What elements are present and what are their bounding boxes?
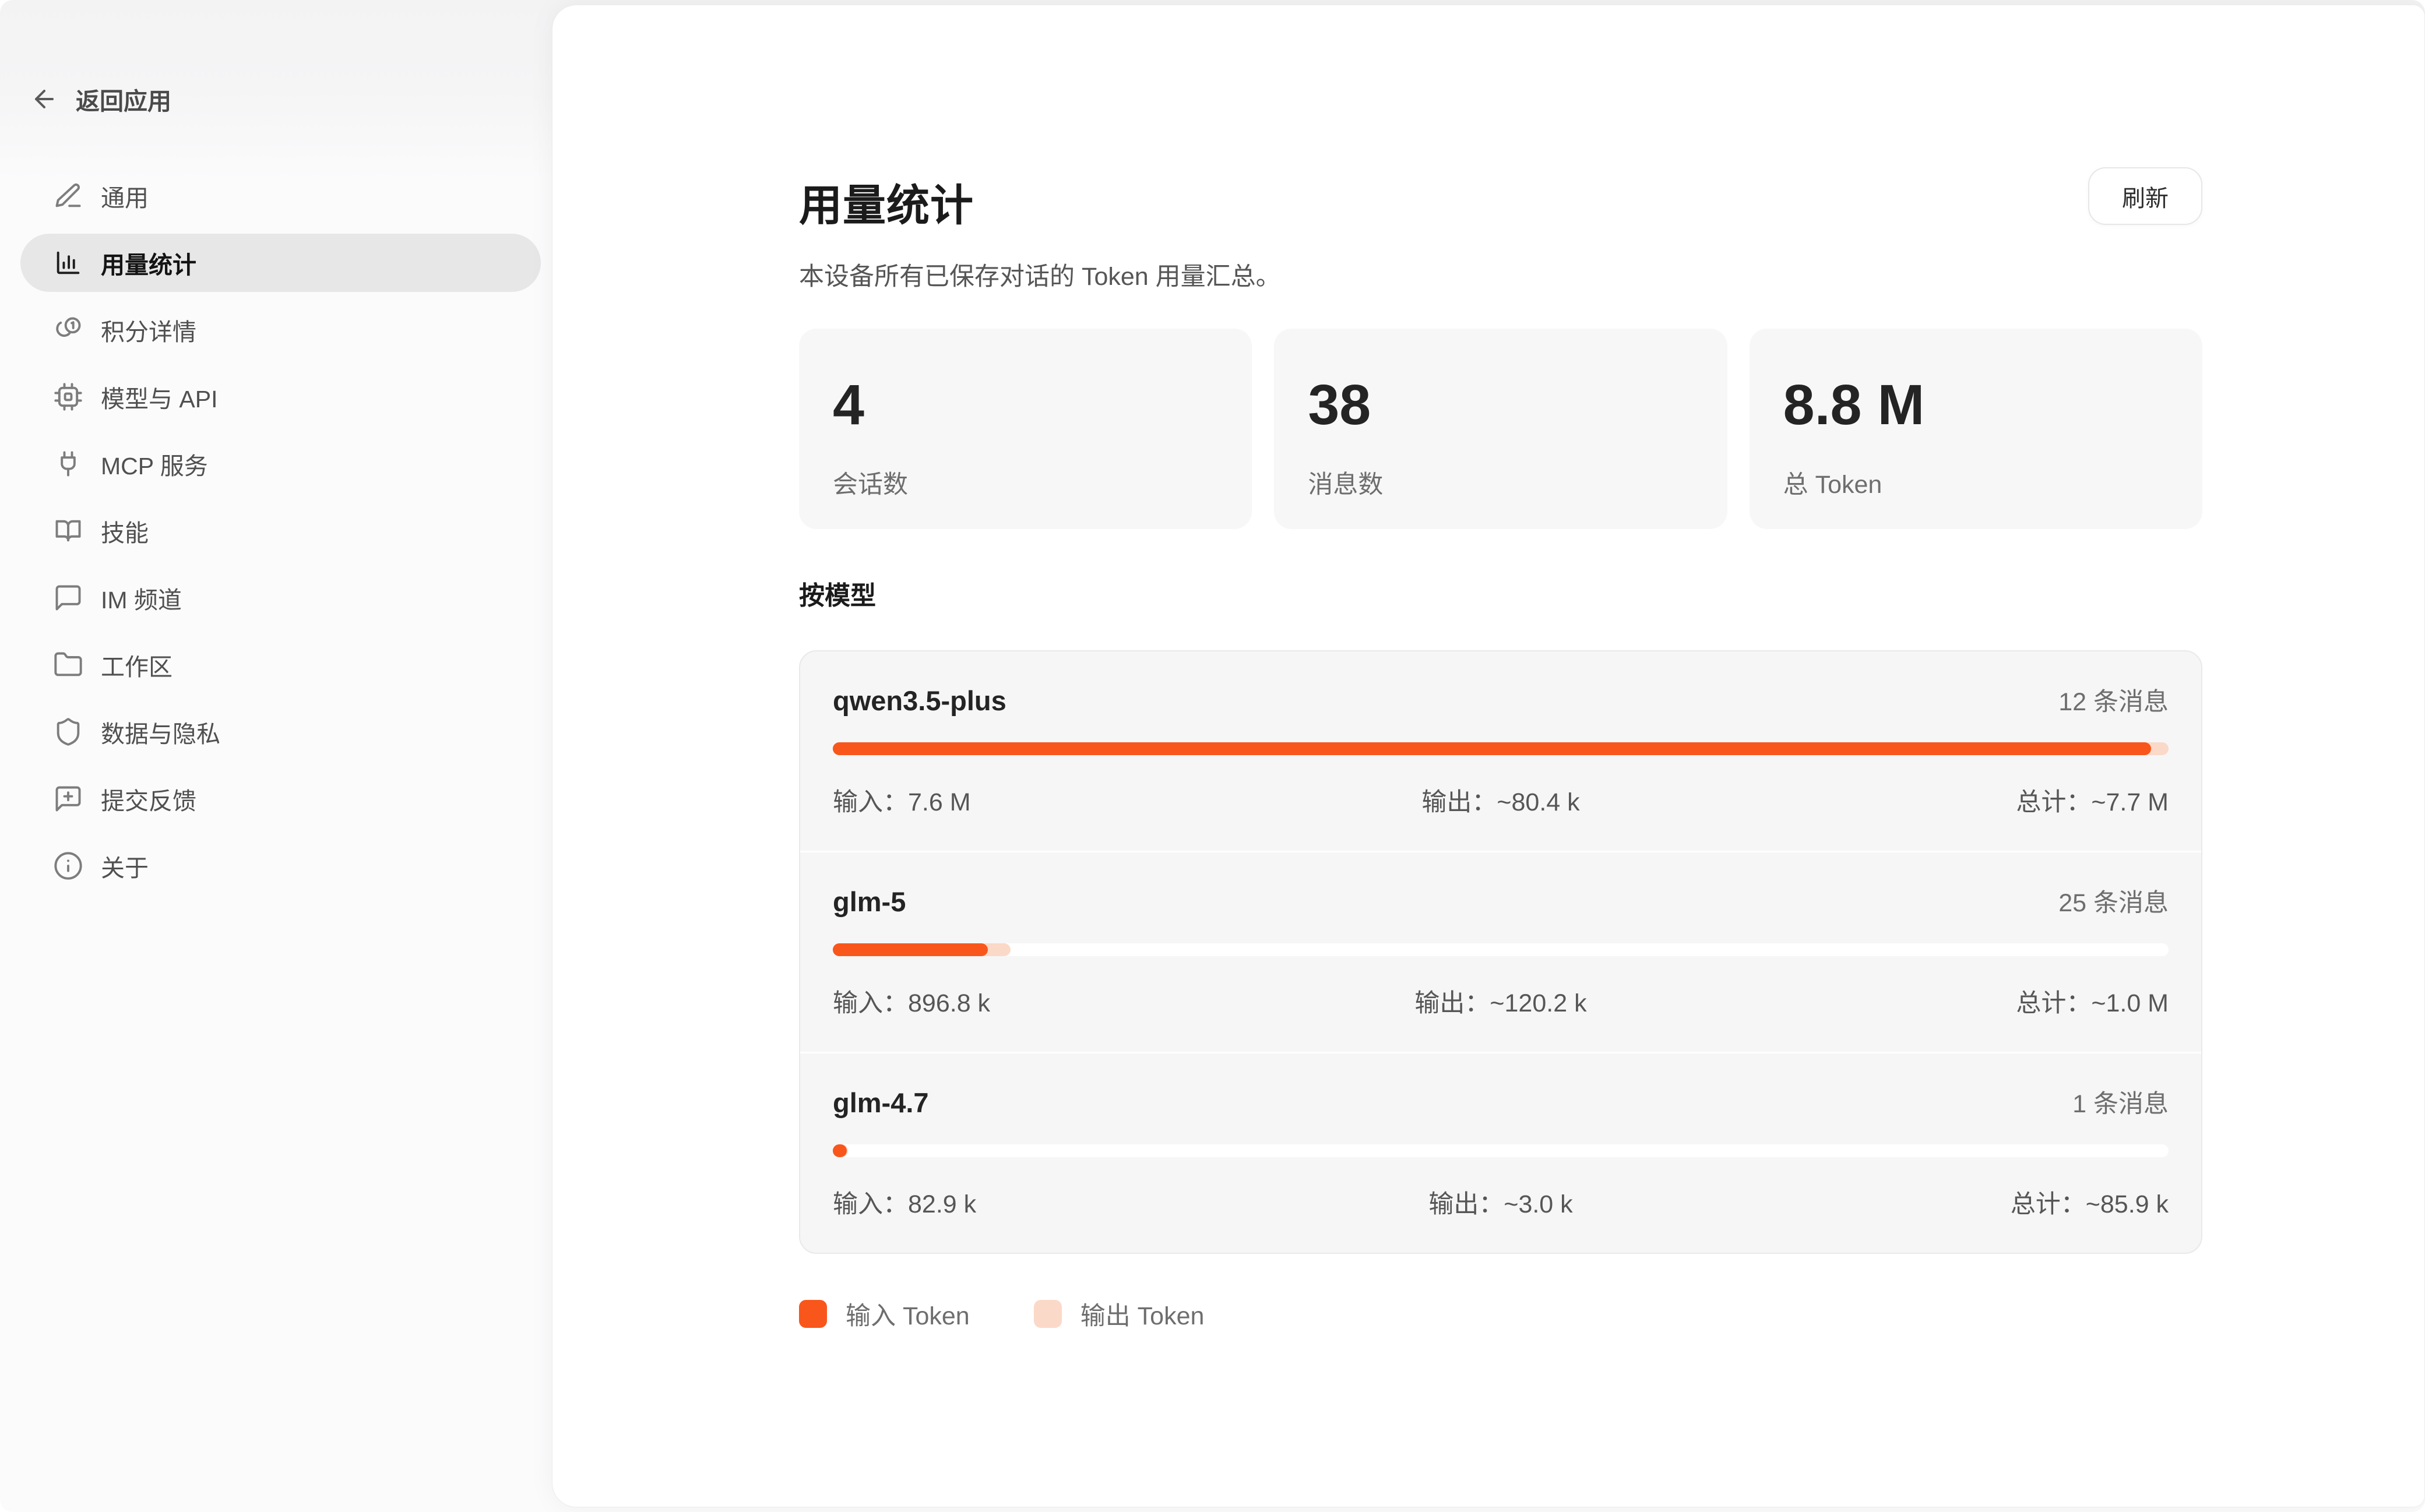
token-legend: 输入 Token 输出 Token xyxy=(799,1296,2202,1332)
sessions-label: 会话数 xyxy=(833,464,1218,501)
cpu-icon xyxy=(53,382,83,412)
plug-icon xyxy=(53,449,83,479)
folder-icon xyxy=(53,650,83,680)
refresh-button[interactable]: 刷新 xyxy=(2088,167,2202,225)
messages-label: 消息数 xyxy=(1308,464,1693,501)
stat-card-sessions: 4 会话数 xyxy=(799,329,1252,529)
message-square-icon xyxy=(53,583,83,613)
settings-sidebar: 返回应用 通用 用量统计 积分详情 模型与 API MCP 服务 xyxy=(0,0,552,1512)
sidebar-item-label: 积分详情 xyxy=(101,312,196,347)
model-output-tokens: 输出：~120.2 k xyxy=(1278,983,1723,1019)
token-usage-bar xyxy=(833,1144,2169,1157)
model-message-count: 1 条消息 xyxy=(2072,1084,2169,1120)
app-window: 返回应用 通用 用量统计 积分详情 模型与 API MCP 服务 xyxy=(0,0,2425,1512)
stat-cards: 4 会话数 38 消息数 8.8 M 总 Token xyxy=(799,329,2202,529)
info-icon xyxy=(53,851,83,881)
model-input-tokens: 输入：7.6 M xyxy=(833,782,1278,818)
sidebar-item-usage-stats[interactable]: 用量统计 xyxy=(20,234,541,292)
sidebar-item-models-api[interactable]: 模型与 API xyxy=(20,368,541,426)
model-message-count: 25 条消息 xyxy=(2058,883,2169,919)
model-usage-list: qwen3.5-plus 12 条消息 输入：7.6 M 输出：~80.4 k … xyxy=(799,650,2202,1254)
back-to-app-button[interactable]: 返回应用 xyxy=(30,82,552,117)
model-output-tokens: 输出：~3.0 k xyxy=(1278,1184,1723,1220)
back-label: 返回应用 xyxy=(76,82,171,117)
sidebar-item-label: 提交反馈 xyxy=(101,781,196,816)
page-subtitle: 本设备所有已保存对话的 Token 用量汇总。 xyxy=(799,256,2202,292)
main-panel: 用量统计 刷新 本设备所有已保存对话的 Token 用量汇总。 4 会话数 38… xyxy=(552,5,2425,1507)
sidebar-item-data-privacy[interactable]: 数据与隐私 xyxy=(20,703,541,761)
output-token-swatch xyxy=(1034,1300,1062,1328)
sidebar-item-label: 用量统计 xyxy=(101,245,196,280)
model-output-tokens: 输出：~80.4 k xyxy=(1278,782,1723,818)
sidebar-item-im-channels[interactable]: IM 频道 xyxy=(20,569,541,627)
sidebar-item-mcp[interactable]: MCP 服务 xyxy=(20,435,541,493)
bar-chart-icon xyxy=(53,248,83,278)
token-usage-bar xyxy=(833,742,2169,755)
book-open-icon xyxy=(53,516,83,546)
model-row-glm-5: glm-5 25 条消息 输入：896.8 k 输出：~120.2 k 总计：~… xyxy=(800,851,2201,1052)
by-model-heading: 按模型 xyxy=(799,575,2202,612)
input-token-swatch xyxy=(799,1300,827,1328)
sidebar-item-workspace[interactable]: 工作区 xyxy=(20,636,541,694)
sidebar-item-label: 通用 xyxy=(101,178,149,213)
sidebar-item-skills[interactable]: 技能 xyxy=(20,502,541,560)
sidebar-item-general[interactable]: 通用 xyxy=(20,167,541,225)
model-name: qwen3.5-plus xyxy=(833,685,1006,717)
input-token-legend-label: 输入 Token xyxy=(846,1296,970,1332)
messages-count: 38 xyxy=(1308,376,1693,433)
message-plus-icon xyxy=(53,784,83,814)
stat-card-messages: 38 消息数 xyxy=(1274,329,1727,529)
sessions-count: 4 xyxy=(833,376,1218,433)
sidebar-item-label: 模型与 API xyxy=(101,379,217,414)
sidebar-nav: 通用 用量统计 积分详情 模型与 API MCP 服务 技能 xyxy=(0,167,552,895)
model-row-qwen35-plus: qwen3.5-plus 12 条消息 输入：7.6 M 输出：~80.4 k … xyxy=(800,651,2201,851)
model-input-tokens: 输入：82.9 k xyxy=(833,1184,1278,1220)
token-usage-bar xyxy=(833,943,2169,956)
sidebar-item-credits[interactable]: 积分详情 xyxy=(20,301,541,359)
model-total-tokens: 总计：~7.7 M xyxy=(1723,782,2169,818)
arrow-left-icon xyxy=(30,85,58,113)
model-row-glm-47: glm-4.7 1 条消息 输入：82.9 k 输出：~3.0 k 总计：~85… xyxy=(800,1052,2201,1253)
shield-icon xyxy=(53,717,83,747)
page-title: 用量统计 xyxy=(799,171,2202,233)
sidebar-item-label: IM 频道 xyxy=(101,580,182,615)
legend-item-output: 输出 Token xyxy=(1034,1296,1205,1332)
sidebar-item-feedback[interactable]: 提交反馈 xyxy=(20,770,541,828)
total-tokens-count: 8.8 M xyxy=(1783,376,2169,433)
sidebar-item-label: 工作区 xyxy=(101,647,173,682)
sidebar-item-label: MCP 服务 xyxy=(101,446,208,481)
model-total-tokens: 总计：~85.9 k xyxy=(1723,1184,2169,1220)
stat-card-total-tokens: 8.8 M 总 Token xyxy=(1750,329,2202,529)
sidebar-item-label: 关于 xyxy=(101,848,149,883)
model-name: glm-5 xyxy=(833,886,906,918)
sidebar-item-about[interactable]: 关于 xyxy=(20,837,541,895)
sidebar-item-label: 技能 xyxy=(101,513,149,548)
model-name: glm-4.7 xyxy=(833,1087,929,1119)
input-token-segment xyxy=(833,943,988,956)
model-input-tokens: 输入：896.8 k xyxy=(833,983,1278,1019)
coins-icon xyxy=(53,315,83,345)
output-token-legend-label: 输出 Token xyxy=(1080,1296,1205,1332)
sidebar-item-label: 数据与隐私 xyxy=(101,714,220,749)
legend-item-input: 输入 Token xyxy=(799,1296,970,1332)
pencil-icon xyxy=(53,181,83,211)
model-message-count: 12 条消息 xyxy=(2058,682,2169,718)
input-token-segment xyxy=(833,742,2151,755)
model-total-tokens: 总计：~1.0 M xyxy=(1723,983,2169,1019)
input-token-segment xyxy=(833,1144,847,1157)
total-tokens-label: 总 Token xyxy=(1783,464,2169,501)
